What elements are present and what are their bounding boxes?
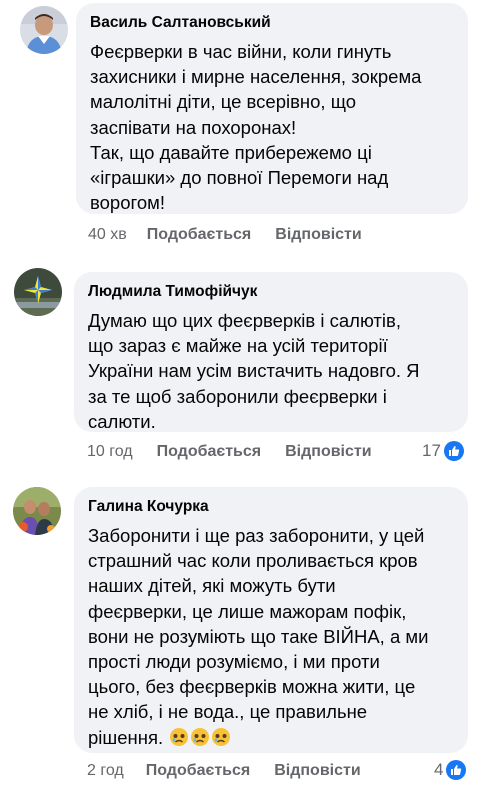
comment-text-line: України нам усім вистачить надовго. Я	[88, 360, 420, 382]
comment-text-line: захисники і мирне населення, зокрема	[90, 66, 422, 88]
like-thumb-icon	[446, 760, 467, 780]
comment-text: Заборонити і ще раз заборонити, у цей ст…	[88, 523, 452, 750]
comment-text-line: заспівати на похоронах!	[90, 116, 297, 138]
comment-text-line: Заборонити і ще раз заборонити, у цей	[88, 525, 425, 546]
comment-text-line: цього, без феєрверків можна жити, це	[88, 676, 416, 698]
like-button[interactable]: Подобається	[147, 226, 252, 244]
like-button[interactable]: Подобається	[157, 443, 262, 461]
comment-text-line: Думаю що цих феєрверків і салютів,	[88, 310, 401, 331]
comment-text-line: Феєрверки в час війни, коли гинуть	[90, 41, 392, 62]
comment-text-line: Так, що давайте прибережемо ці	[90, 141, 372, 163]
comment-bubble: Людмила Тимофійчук Думаю що цих феєрверк…	[74, 272, 468, 432]
comment-author[interactable]: Василь Салтановський	[90, 13, 452, 33]
comment-actions: 10 год Подобається Відповісти	[87, 443, 372, 461]
sad-face-emoji	[191, 727, 210, 746]
avatar-photo	[14, 268, 62, 316]
avatar[interactable]	[20, 6, 68, 54]
sad-face-emoji-group	[164, 727, 232, 748]
reaction-summary[interactable]: 17	[422, 441, 464, 461]
comment-text-line: не хліб, і не вода., це правильне	[88, 701, 368, 723]
comment-time[interactable]: 2 год	[87, 762, 124, 780]
comment: Людмила Тимофійчук Думаю що цих феєрверк…	[0, 260, 484, 475]
comment-text-line: «іграшки» до повної Перемоги над	[90, 167, 389, 189]
comment-text-line: наших дітей, які можуть бути	[88, 575, 336, 597]
comment-text-line: малолітні діти, це всерівно, що	[90, 91, 357, 113]
reaction-count: 4	[434, 760, 444, 779]
avatar[interactable]	[14, 268, 62, 316]
comment-text: Феєрверки в час війни, коли гинуть захис…	[90, 39, 452, 215]
comment-time[interactable]: 40 хв	[88, 226, 127, 244]
comment-text-line: за те щоб заборонили феєрверки і	[88, 385, 387, 407]
comment-author[interactable]: Людмила Тимофійчук	[88, 282, 452, 302]
comment-text: Думаю що цих феєрверків і салютів, що за…	[88, 308, 452, 434]
comment-text-line: страшний час коли проливається кров	[88, 550, 418, 572]
reply-button[interactable]: Відповісти	[274, 762, 360, 780]
avatar[interactable]	[13, 487, 61, 535]
comment-time[interactable]: 10 год	[87, 443, 133, 461]
comment-text-line: вони не розуміють що таке ВІЙНА, а ми	[88, 625, 429, 647]
reaction-count: 17	[422, 441, 441, 460]
comment-bubble: Василь Салтановський Феєрверки в час вій…	[76, 3, 468, 214]
comment-text-line: що зараз є майже на усій території	[88, 335, 388, 357]
like-thumb-icon	[443, 441, 464, 461]
comment-text-line: прості люди розуміємо, і ми проти	[88, 651, 380, 673]
comment: Василь Салтановський Феєрверки в час вій…	[0, 0, 484, 260]
avatar-photo	[13, 487, 61, 535]
comment-text-line: ворогом!	[90, 192, 165, 214]
comment-text-line: рішення.	[88, 726, 164, 748]
reply-button[interactable]: Відповісти	[285, 443, 371, 461]
comment-bubble: Галина Кочурка Заборонити і ще раз забор…	[74, 487, 468, 753]
comment-text-line: феєрверки, це лише мажорам пофік,	[88, 600, 407, 622]
reply-button[interactable]: Відповісти	[275, 226, 361, 244]
comment: Галина Кочурка Заборонити і ще раз забор…	[0, 475, 484, 800]
sad-face-emoji	[212, 727, 231, 746]
like-button[interactable]: Подобається	[146, 762, 251, 780]
comment-actions: 2 год Подобається Відповісти	[87, 762, 361, 780]
comment-text-line: салюти.	[88, 410, 156, 432]
comment-author[interactable]: Галина Кочурка	[88, 497, 452, 517]
avatar-photo	[20, 6, 68, 54]
sad-face-emoji	[170, 727, 189, 746]
comment-actions: 40 хв Подобається Відповісти	[88, 226, 362, 244]
reaction-summary[interactable]: 4	[434, 760, 467, 780]
comment-text-line-last: рішення.	[88, 725, 452, 750]
